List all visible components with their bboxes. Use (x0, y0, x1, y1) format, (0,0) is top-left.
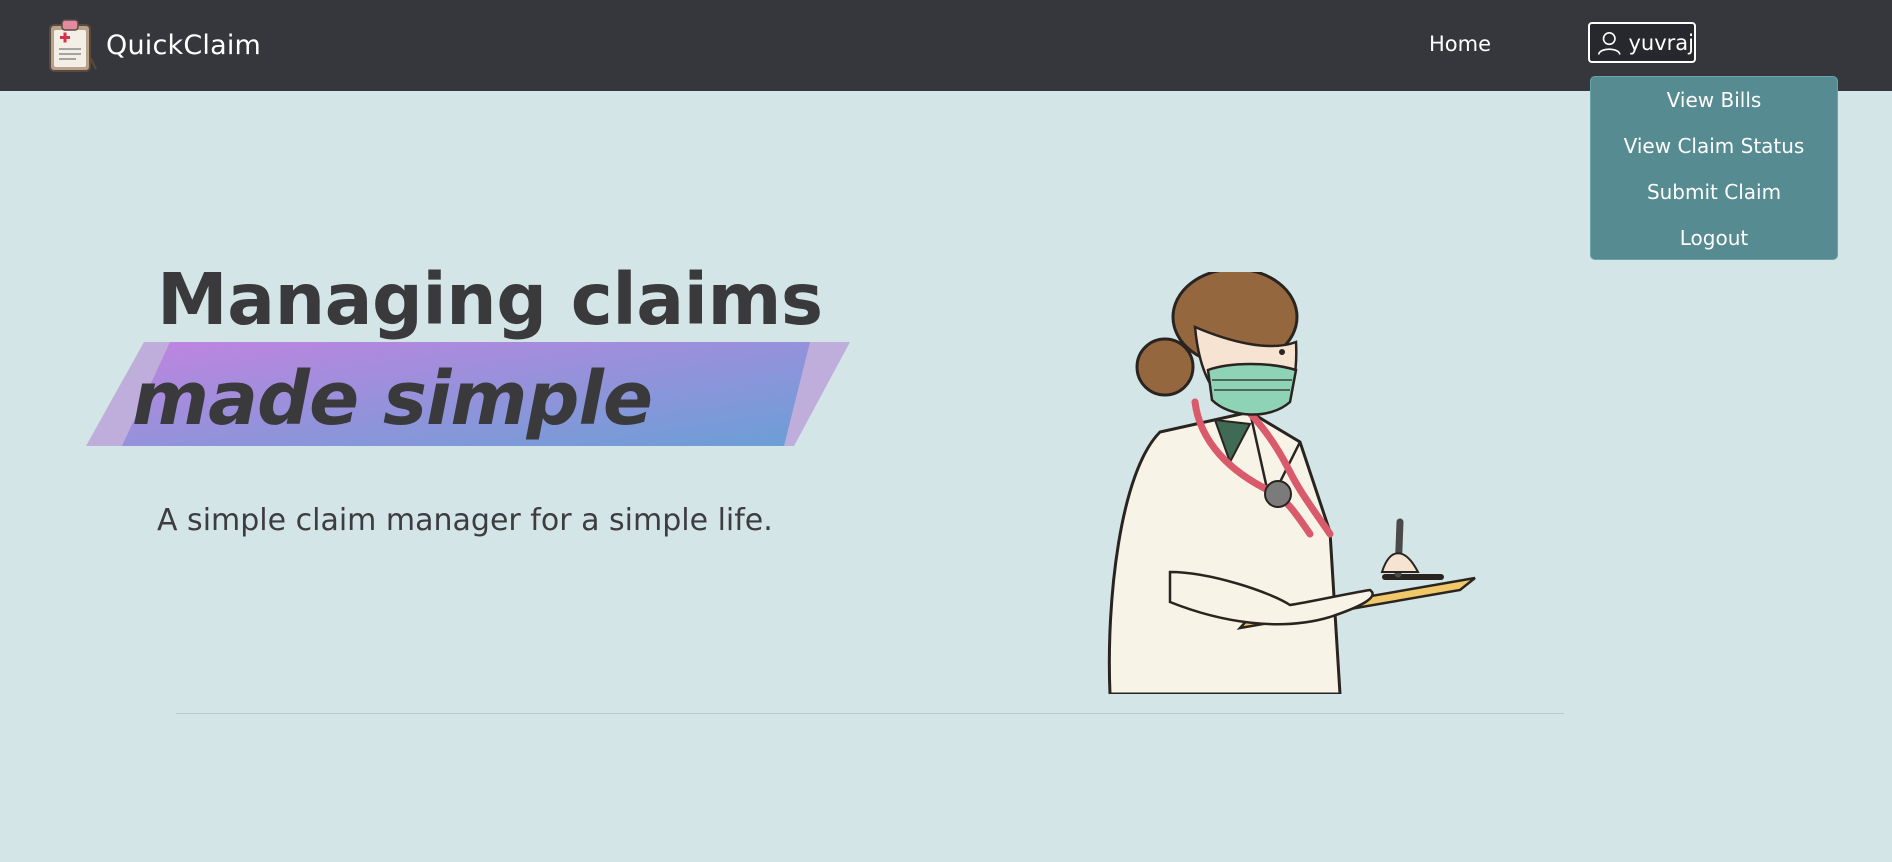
menu-item-view-bills[interactable]: View Bills (1591, 77, 1837, 123)
user-menu-button[interactable]: yuvraj (1588, 22, 1696, 63)
nav-home-link[interactable]: Home (1429, 32, 1491, 56)
hero-highlight-banner: made simple (84, 340, 854, 450)
hero-subtitle: A simple claim manager for a simple life… (157, 503, 773, 538)
section-divider (176, 713, 1564, 714)
clipboard-medical-icon (49, 19, 97, 72)
menu-item-submit-claim[interactable]: Submit Claim (1591, 169, 1837, 215)
menu-item-logout[interactable]: Logout (1591, 215, 1837, 261)
user-name: yuvraj (1628, 30, 1694, 55)
user-dropdown-menu: View Bills View Claim Status Submit Clai… (1590, 76, 1838, 260)
brand-link[interactable]: QuickClaim (46, 17, 261, 73)
user-icon (1597, 31, 1621, 55)
hero-title: Managing claims (157, 258, 823, 341)
menu-item-view-claim-status[interactable]: View Claim Status (1591, 123, 1837, 169)
brand-name: QuickClaim (106, 29, 262, 61)
doctor-illustration (1107, 272, 1476, 694)
hero-highlight-text: made simple (132, 356, 653, 442)
